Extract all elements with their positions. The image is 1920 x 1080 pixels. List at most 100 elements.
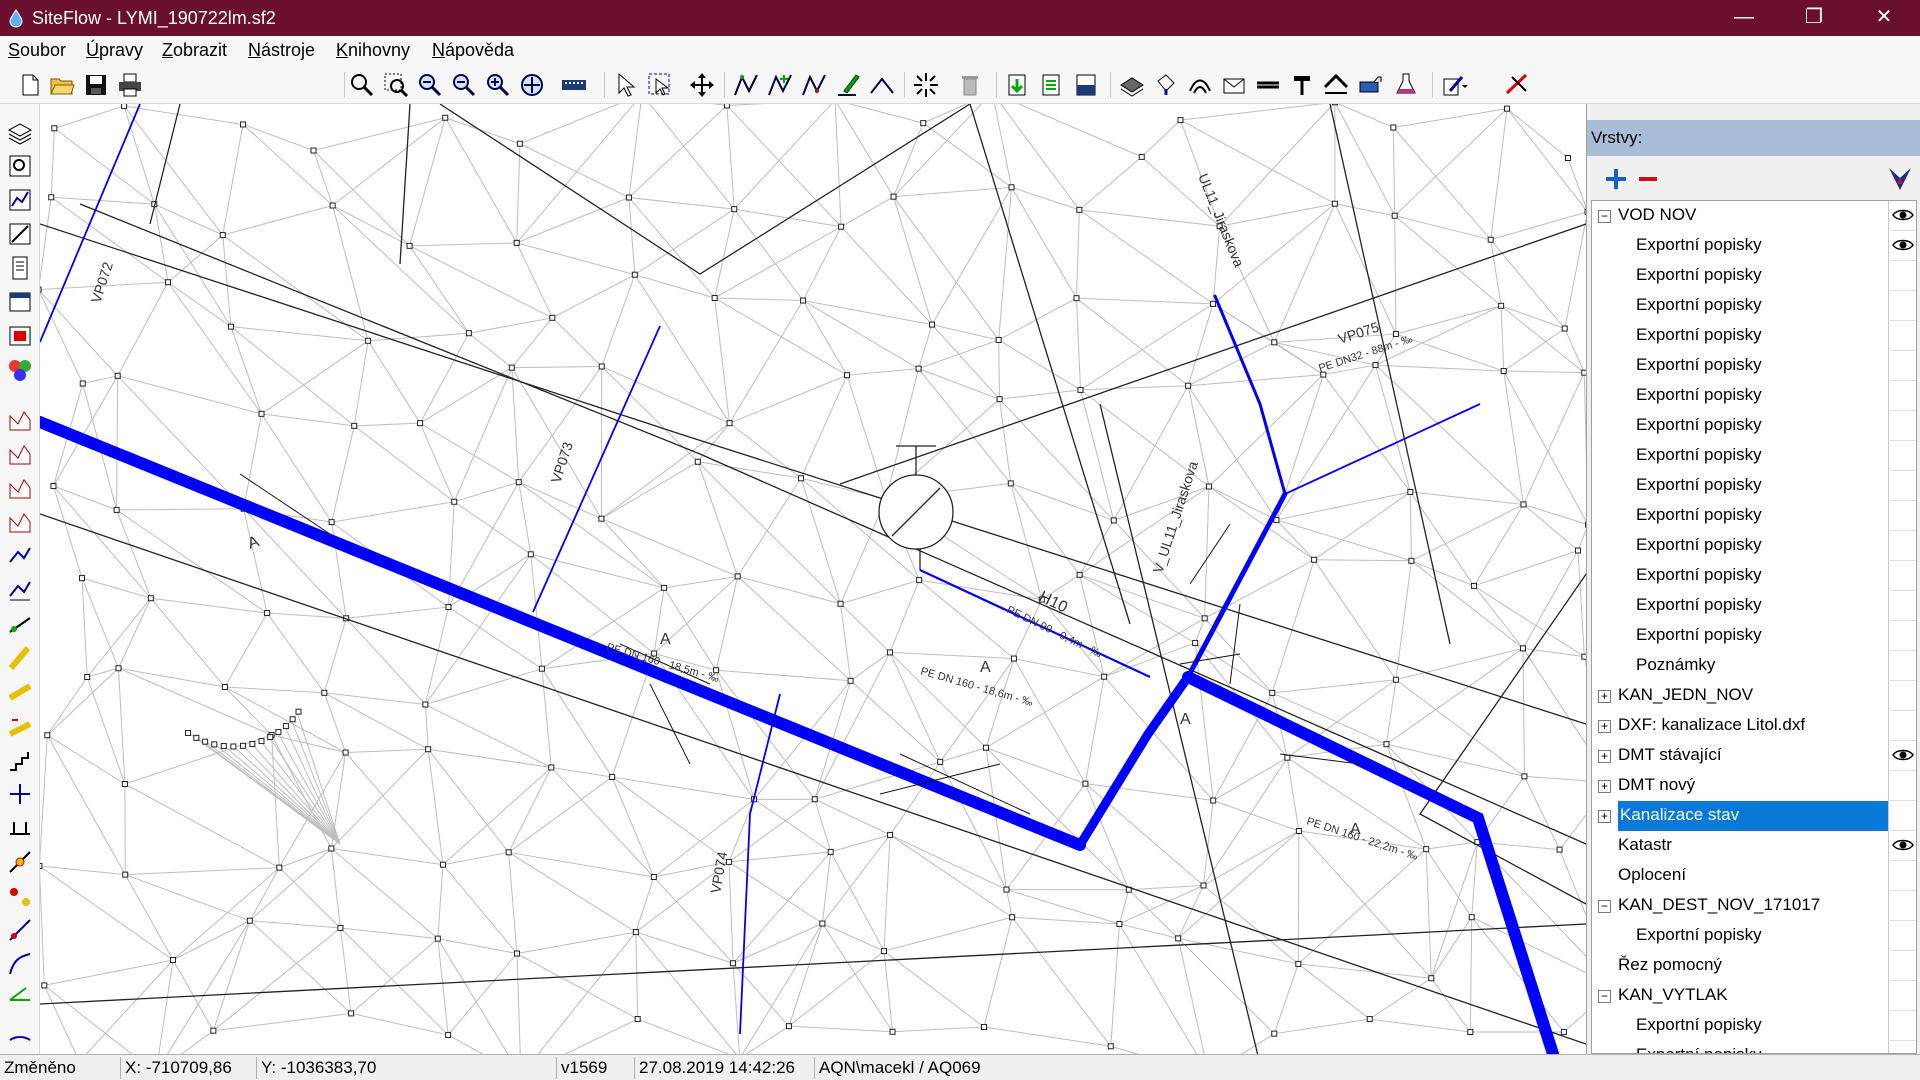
layer-row[interactable]: − KAN_DEST_NOV_171017: [1592, 891, 1916, 921]
visibility-toggle[interactable]: [1888, 591, 1916, 621]
node-add-icon[interactable]: [6, 848, 34, 876]
minimize-button[interactable]: —: [1712, 0, 1776, 36]
layer-stack-icon[interactable]: [1118, 71, 1146, 99]
explode-icon[interactable]: [912, 71, 940, 99]
menu-napoveda[interactable]: Nápověda: [432, 40, 514, 61]
move-icon[interactable]: [688, 71, 716, 99]
layer-row[interactable]: Exportní popisky: [1592, 441, 1916, 471]
collapse-icon[interactable]: −: [1598, 210, 1611, 223]
layer-row[interactable]: Exportní popisky: [1592, 471, 1916, 501]
height-zz-icon[interactable]: [6, 474, 34, 502]
window-tool-icon[interactable]: [6, 288, 34, 316]
visibility-toggle[interactable]: [1888, 1011, 1916, 1041]
visibility-toggle[interactable]: [1888, 771, 1916, 801]
record-tool-icon[interactable]: [6, 322, 34, 350]
paint-bucket-icon[interactable]: [1152, 71, 1180, 99]
layer-row[interactable]: Exportní popisky: [1592, 231, 1916, 261]
layer-row[interactable]: Oplocení: [1592, 861, 1916, 891]
visibility-toggle[interactable]: [1888, 501, 1916, 531]
scale-icon[interactable]: [560, 71, 588, 99]
menu-knihovny[interactable]: Knihovny: [336, 40, 410, 61]
upload-icon[interactable]: [1322, 71, 1350, 99]
select-multi-icon[interactable]: [646, 71, 674, 99]
layer-row[interactable]: Exportní popisky: [1592, 381, 1916, 411]
vehicle-icon[interactable]: [1356, 71, 1384, 99]
style-icon[interactable]: [1186, 71, 1214, 99]
layer-row[interactable]: Exportní popisky: [1592, 591, 1916, 621]
layer-row[interactable]: + DMT nový: [1592, 771, 1916, 801]
angle-tool-icon[interactable]: [6, 984, 34, 1012]
section-tool-icon[interactable]: [6, 220, 34, 248]
contour-icon[interactable]: [6, 542, 34, 570]
menu-soubor[interactable]: Soubor: [8, 40, 66, 61]
layer-row[interactable]: − VOD NOV: [1592, 201, 1916, 231]
pan-icon[interactable]: [518, 71, 546, 99]
visibility-toggle[interactable]: [1888, 231, 1916, 261]
visibility-toggle[interactable]: [1888, 651, 1916, 681]
select-arrow-icon[interactable]: [612, 71, 640, 99]
open-folder-icon[interactable]: [48, 71, 76, 99]
collapse-icon[interactable]: −: [1598, 900, 1611, 913]
zoom-in-icon[interactable]: [484, 71, 512, 99]
visibility-toggle[interactable]: [1888, 741, 1916, 771]
print-icon[interactable]: [116, 71, 144, 99]
visibility-toggle[interactable]: [1888, 411, 1916, 441]
close-button[interactable]: ✕: [1852, 0, 1916, 36]
vertex-add-icon[interactable]: [766, 71, 794, 99]
layer-row[interactable]: − KAN_VYTLAK: [1592, 981, 1916, 1011]
menu-upravy[interactable]: Úpravy: [86, 40, 143, 61]
layer-row[interactable]: Exportní popisky: [1592, 561, 1916, 591]
expand-icon[interactable]: +: [1598, 810, 1611, 823]
visibility-toggle[interactable]: [1888, 381, 1916, 411]
abc-tool-icon[interactable]: [6, 356, 34, 384]
visibility-toggle[interactable]: [1888, 471, 1916, 501]
layer-row[interactable]: Exportní popisky: [1592, 261, 1916, 291]
collapse-icon[interactable]: −: [1598, 990, 1611, 1003]
zoom-window-icon[interactable]: [382, 71, 410, 99]
pipe-yellow-icon[interactable]: [6, 644, 34, 672]
map-canvas[interactable]: VP072 VP073 VP074 VP075 H10 UL11_Jirasko…: [40, 104, 1586, 1054]
remove-layer-icon[interactable]: [1633, 164, 1663, 194]
trim-tool-icon[interactable]: [6, 1018, 34, 1046]
line-style-icon[interactable]: [1254, 71, 1282, 99]
delete-icon[interactable]: [956, 71, 984, 99]
visibility-toggle[interactable]: [1888, 861, 1916, 891]
visibility-toggle[interactable]: [1888, 891, 1916, 921]
layer-row[interactable]: Řez pomocný: [1592, 951, 1916, 981]
save-icon[interactable]: [82, 71, 110, 99]
visibility-toggle[interactable]: [1888, 261, 1916, 291]
arc-icon[interactable]: [868, 71, 896, 99]
expand-icon[interactable]: +: [1598, 690, 1611, 703]
layers-tool-icon[interactable]: [6, 118, 34, 146]
flask-icon[interactable]: [1392, 71, 1420, 99]
node-link-icon[interactable]: [6, 882, 34, 910]
zoom-out-icon[interactable]: [450, 71, 478, 99]
pipe-yellow2-icon[interactable]: [6, 678, 34, 706]
zoom-icon[interactable]: [348, 71, 376, 99]
expand-icon[interactable]: +: [1598, 750, 1611, 763]
height-icon[interactable]: [6, 508, 34, 536]
layer-row[interactable]: Exportní popisky: [1592, 1041, 1916, 1053]
visibility-toggle[interactable]: [1888, 351, 1916, 381]
layer-row[interactable]: + DXF: kanalizace Litol.dxf: [1592, 711, 1916, 741]
export-green-icon[interactable]: [1038, 71, 1066, 99]
layer-row[interactable]: Exportní popisky: [1592, 411, 1916, 441]
layer-row[interactable]: + Kanalizace stav: [1592, 801, 1916, 831]
menu-zobrazit[interactable]: Zobrazit: [162, 40, 227, 61]
visibility-toggle[interactable]: [1888, 921, 1916, 951]
maximize-button[interactable]: ❐: [1782, 0, 1846, 36]
split-tool-icon[interactable]: [6, 780, 34, 808]
curve-tool-icon[interactable]: [6, 950, 34, 978]
visibility-toggle[interactable]: [1888, 711, 1916, 741]
join-tool-icon[interactable]: [6, 814, 34, 842]
grid-tool-icon[interactable]: [6, 576, 34, 604]
move-down-icon[interactable]: [1885, 164, 1915, 194]
visibility-toggle[interactable]: [1888, 681, 1916, 711]
stairs-icon[interactable]: [6, 746, 34, 774]
visibility-toggle[interactable]: [1888, 981, 1916, 1011]
visibility-toggle[interactable]: [1888, 951, 1916, 981]
settings-tool-icon[interactable]: [1440, 71, 1468, 99]
layer-row[interactable]: Katastr: [1592, 831, 1916, 861]
table-icon[interactable]: [1072, 71, 1100, 99]
layer-row[interactable]: Exportní popisky: [1592, 351, 1916, 381]
